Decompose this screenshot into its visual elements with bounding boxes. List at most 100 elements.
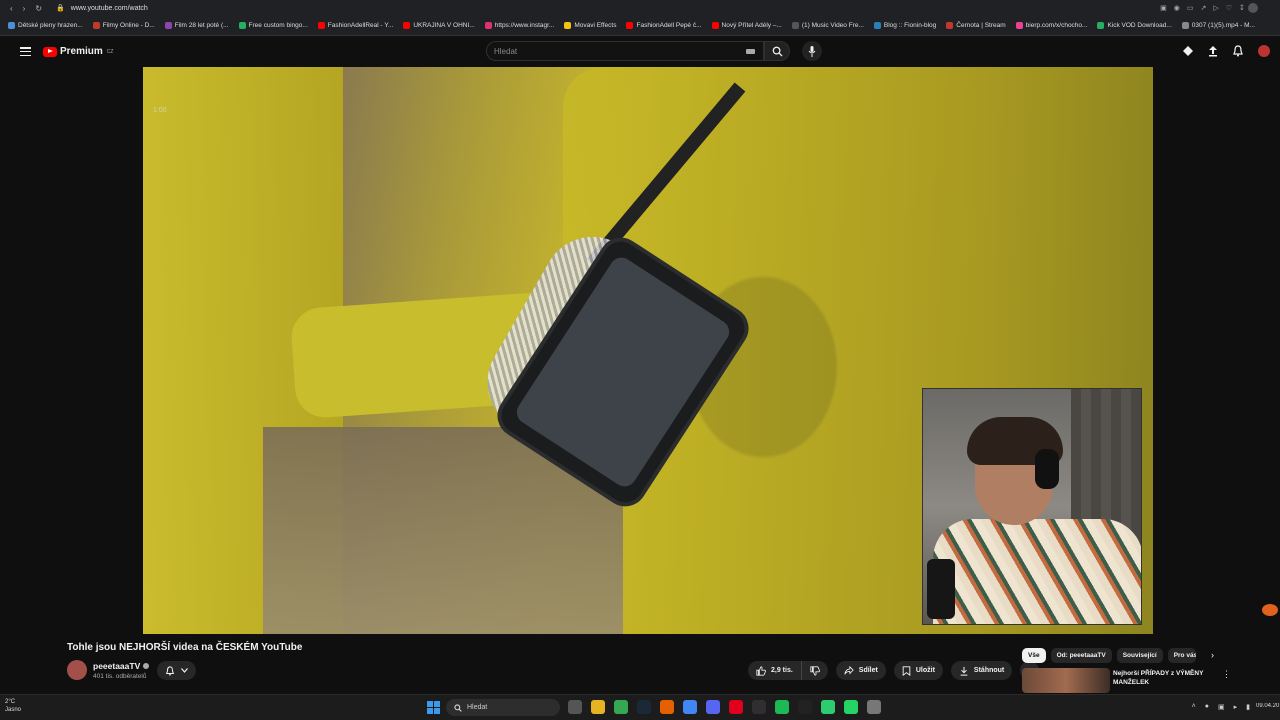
taskbar-search[interactable]: Hledat (446, 699, 560, 716)
chrome-icon[interactable] (614, 700, 628, 714)
bookmark-item[interactable]: Filmy Online - D... (92, 22, 155, 29)
save-button[interactable]: Uložit (893, 661, 943, 680)
network-icon[interactable]: ▣ (1218, 703, 1225, 711)
bookmark-label: FashionAdell Pepé č... (636, 22, 702, 29)
url-field[interactable]: 🔒 www.youtube.com/watch (56, 4, 148, 13)
recommendation-thumbnail[interactable] (1022, 668, 1110, 693)
bookmark-item[interactable]: bierp.com/x/chocho... (1015, 22, 1087, 29)
volume-icon[interactable]: ▸ (1234, 703, 1238, 711)
profile-icon[interactable] (1248, 3, 1258, 13)
battery-icon[interactable]: ▮ (1246, 703, 1250, 711)
search-icon (772, 46, 783, 57)
extension-icon[interactable]: ▣ (1160, 4, 1167, 12)
search-input[interactable]: Hledat (486, 41, 764, 61)
video-title: Tohle jsou NEJHORŠÍ videa na ČESKÉM YouT… (67, 642, 303, 653)
forward-icon[interactable]: › (23, 4, 26, 13)
download-button[interactable]: Stáhnout (950, 661, 1013, 680)
upload-icon[interactable] (1207, 45, 1219, 57)
chip-for-you[interactable]: Pro vás (1167, 648, 1196, 663)
reload-icon[interactable]: ↻ (35, 4, 42, 13)
bookmark-favicon-icon (403, 22, 411, 29)
microphone-icon (927, 559, 955, 619)
bookmark-item[interactable]: UKRAJINA V OHNI... (403, 22, 475, 29)
bookmark-item[interactable]: Movavi Effects (564, 22, 616, 29)
bookmark-item[interactable]: Dětské pleny hrazen... (8, 22, 83, 29)
verified-icon (143, 663, 150, 669)
browser-address-bar: ‹ › ↻ 🔒 www.youtube.com/watch ▣ ◉ ▭ ↗ ▷ … (0, 0, 1280, 16)
microphone-icon[interactable]: ● (1205, 703, 1209, 711)
mic-icon (808, 45, 816, 57)
like-count: 2,9 tis. (771, 667, 793, 674)
header-actions (1182, 45, 1244, 57)
bookmark-item[interactable]: Černota | Stream (946, 22, 1006, 29)
dislike-button[interactable] (801, 661, 828, 680)
chip-all[interactable]: Vše (1022, 648, 1046, 663)
bookmark-item[interactable]: https://www.instagr... (484, 22, 554, 29)
bookmark-item[interactable]: Film 28 let poté (... (164, 22, 229, 29)
bookmark-item[interactable]: FashionAdellReal - Y... (317, 22, 393, 29)
youtube-logo[interactable]: Premium CZ (43, 46, 113, 57)
bookmark-item[interactable]: FashionAdell Pepé č... (626, 22, 702, 29)
more-vertical-icon[interactable]: ⋮ (1222, 669, 1231, 680)
taskbar-date[interactable]: 09.04.20 (1256, 703, 1280, 709)
menu-icon[interactable] (20, 47, 31, 56)
channel-name[interactable]: peeetaaaTV (93, 661, 150, 671)
back-icon[interactable]: ‹ (10, 4, 13, 13)
camera-icon[interactable]: ◉ (1174, 4, 1180, 12)
bookmark-item[interactable]: Free custom bingo... (238, 22, 308, 29)
cast-icon[interactable]: ▭ (1187, 4, 1194, 12)
chevron-down-icon (181, 668, 188, 673)
recommendation-title[interactable]: Nejhorší PŘÍPADY z VÝMĚNY MANŽELEK (1113, 669, 1213, 687)
weather-widget[interactable]: 2°C Jasno (5, 698, 21, 714)
bookmark-label: Filmy Online - D... (102, 22, 155, 29)
keyboard-icon[interactable] (746, 49, 755, 54)
capcut-icon[interactable] (798, 700, 812, 714)
bookmark-favicon-icon (92, 22, 100, 29)
bookmark-item[interactable]: Nový Přítel Adély –... (711, 22, 782, 29)
greenshot-icon[interactable] (821, 700, 835, 714)
chip-from-channel[interactable]: Od: peeetaaaTV (1050, 648, 1112, 663)
bookmark-favicon-icon (791, 22, 799, 29)
streamer-webcam (922, 388, 1142, 625)
bookmark-item[interactable]: Blog :: Fionin-blog (873, 22, 936, 29)
chevron-right-icon[interactable]: › (1211, 650, 1214, 660)
bookmark-item[interactable]: 0307 (1)(5).mp4 - M... (1181, 22, 1255, 29)
bookmark-label: Free custom bingo... (248, 22, 308, 29)
bookmark-label: Film 28 let poté (... (174, 22, 229, 29)
windows-start-icon[interactable] (427, 701, 440, 714)
task-view-icon[interactable] (568, 700, 582, 714)
taskbar-search-label: Hledat (467, 704, 488, 711)
chevron-up-icon[interactable]: ˄ (1192, 703, 1196, 711)
download-icon (960, 666, 968, 676)
steam-icon[interactable] (637, 700, 651, 714)
spotify-icon[interactable] (775, 700, 789, 714)
create-icon[interactable] (1182, 45, 1194, 57)
firefox-icon[interactable] (660, 700, 674, 714)
subscribed-notifications-button[interactable] (157, 661, 196, 680)
like-button[interactable]: 2,9 tis. (748, 661, 802, 680)
bookmark-favicon-icon (317, 22, 325, 29)
chrome-alt-icon[interactable] (683, 700, 697, 714)
account-avatar[interactable] (1258, 45, 1270, 57)
obs-icon[interactable] (752, 700, 766, 714)
bookmark-label: UKRAJINA V OHNI... (413, 22, 475, 29)
search-button[interactable] (764, 41, 790, 61)
heart-icon[interactable]: ♡ (1226, 4, 1232, 12)
opera-icon[interactable] (729, 700, 743, 714)
play-icon[interactable]: ▷ (1213, 4, 1218, 12)
chip-related[interactable]: Související (1116, 648, 1163, 663)
notifications-icon[interactable] (1232, 45, 1244, 57)
discord-icon[interactable] (706, 700, 720, 714)
explorer-icon[interactable] (591, 700, 605, 714)
bookmark-item[interactable]: Kick VOD Download... (1097, 22, 1172, 29)
whatsapp-icon[interactable] (844, 700, 858, 714)
download-icon[interactable]: ↧ (1239, 4, 1245, 12)
voice-search-button[interactable] (802, 41, 822, 61)
channel-avatar[interactable] (67, 660, 87, 680)
video-actions: 2,9 tis. Sdílet Uložit Stáhnout ⋯ (748, 661, 1040, 680)
share-icon[interactable]: ↗ (1200, 4, 1206, 12)
settings-icon[interactable] (867, 700, 881, 714)
bookmark-item[interactable]: (1) Music Video Fre... (791, 22, 864, 29)
share-label: Sdílet (858, 667, 878, 674)
share-button[interactable]: Sdílet (835, 661, 886, 680)
